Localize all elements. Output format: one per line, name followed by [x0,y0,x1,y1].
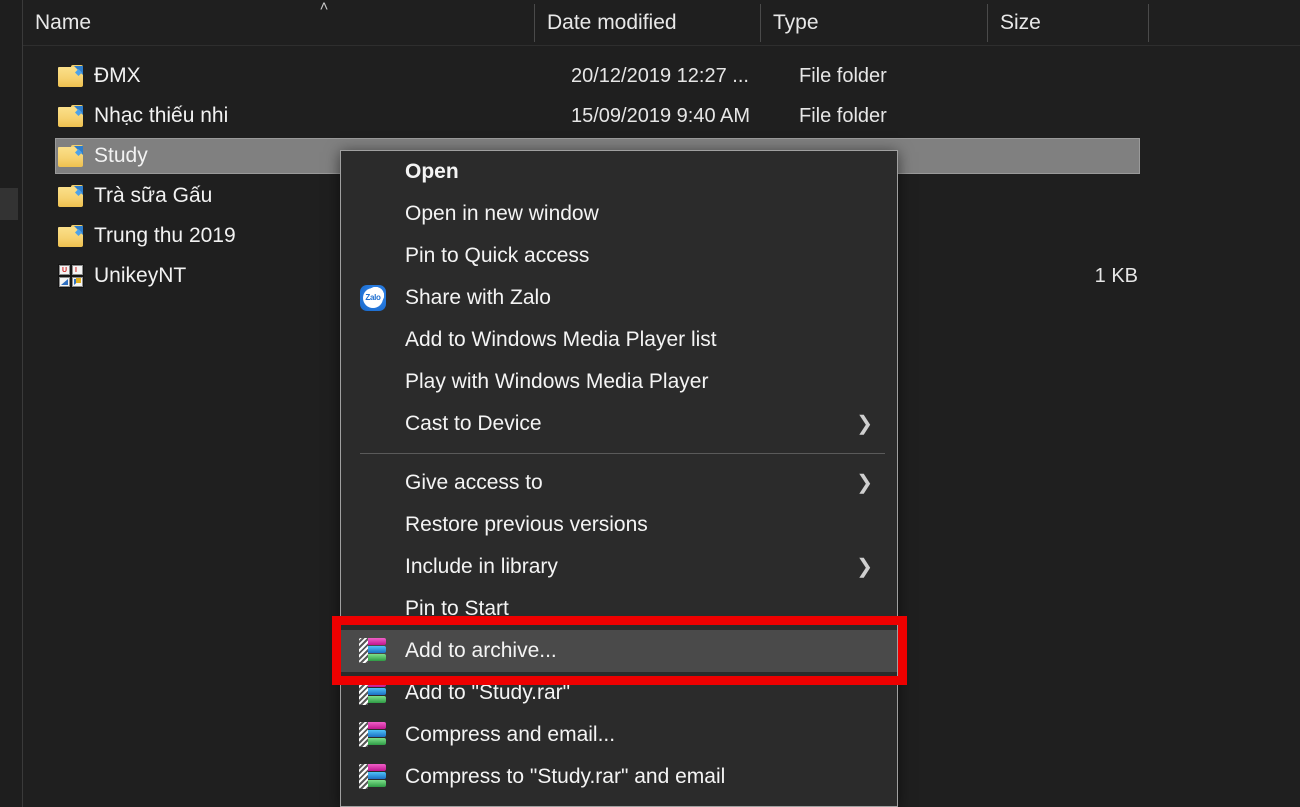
column-header-name-label: Name [23,0,91,45]
file-name-cell: UI UnikeyNT [58,256,186,296]
file-name-label: ĐMX [94,64,141,88]
column-header-date-label: Date modified [535,0,677,45]
menu-item-label: Give access to [405,471,897,495]
file-date-cell: 15/09/2019 9:40 AM [571,96,750,136]
table-row[interactable]: ĐMX 20/12/2019 12:27 ... File folder [23,56,1300,96]
menu-item-label: Restore previous versions [405,513,897,537]
menu-icon-slot [341,361,405,403]
menu-icon-slot [341,588,405,630]
menu-item-play-with-wmp[interactable]: Play with Windows Media Player [341,361,897,403]
column-header-name[interactable]: Name ˄ [23,0,533,45]
menu-icon-slot [341,630,405,672]
file-name-label: Trung thu 2019 [94,224,236,248]
explorer-window: Name ˄ Date modified Type Size ĐMX 20/12… [0,0,1300,807]
file-name-cell: Trung thu 2019 [58,216,236,256]
chevron-right-icon: ❯ [856,403,873,445]
menu-icon-slot [341,672,405,714]
zalo-icon: Zalo [360,285,386,311]
menu-icon-slot [341,756,405,798]
menu-item-add-to-wmp-list[interactable]: Add to Windows Media Player list [341,319,897,361]
menu-item-compress-and-email[interactable]: Compress and email... [341,714,897,756]
file-name-cell: Study [58,136,148,176]
winrar-icon [359,680,387,706]
winrar-icon [359,722,387,748]
menu-separator [360,453,885,454]
menu-item-include-in-library[interactable]: Include in library ❯ [341,546,897,588]
file-date-cell: 20/12/2019 12:27 ... [571,56,749,96]
menu-item-compress-to-study-rar-and-email[interactable]: Compress to "Study.rar" and email [341,756,897,798]
menu-item-cast-to-device[interactable]: Cast to Device ❯ [341,403,897,445]
column-header-size[interactable]: Size [988,0,1148,45]
menu-item-add-to-study-rar[interactable]: Add to "Study.rar" [341,672,897,714]
menu-item-label: Compress and email... [405,723,897,747]
menu-item-label: Add to archive... [405,639,897,663]
menu-icon-slot: Zalo [341,277,405,319]
menu-icon-slot [341,462,405,504]
menu-item-restore-previous-versions[interactable]: Restore previous versions [341,504,897,546]
folder-icon [58,145,84,167]
file-name-label: UnikeyNT [94,264,186,288]
winrar-icon [359,764,387,790]
menu-item-share-with-zalo[interactable]: Zalo Share with Zalo [341,277,897,319]
unikey-icon: UI [58,264,84,288]
file-size-cell [978,216,1138,256]
folder-icon [58,105,84,127]
file-size-cell [978,136,1138,176]
menu-item-add-to-archive[interactable]: Add to archive... [341,630,897,672]
chevron-right-icon: ❯ [856,546,873,588]
menu-icon-slot [341,235,405,277]
folder-icon [58,225,84,247]
file-name-cell: Trà sữa Gấu [58,176,212,216]
menu-item-label: Open in new window [405,202,897,226]
file-size-cell: 1 KB [978,256,1138,296]
file-size-cell [978,176,1138,216]
chevron-right-icon: ❯ [856,462,873,504]
menu-icon-slot [341,151,405,193]
file-size-cell [978,56,1138,96]
file-size-cell [978,96,1138,136]
menu-icon-slot [341,403,405,445]
column-header-bar: Name ˄ Date modified Type Size [23,0,1300,46]
menu-icon-slot [341,319,405,361]
folder-icon [58,65,84,87]
menu-item-label: Pin to Quick access [405,244,897,268]
menu-item-give-access-to[interactable]: Give access to ❯ [341,462,897,504]
file-type-cell: File folder [799,96,887,136]
winrar-icon [359,638,387,664]
menu-item-label: Open [405,160,897,184]
menu-item-label: Include in library [405,555,897,579]
column-header-type-label: Type [761,0,819,45]
column-header-type[interactable]: Type [761,0,987,45]
menu-icon-slot [341,546,405,588]
menu-item-label: Pin to Start [405,597,897,621]
menu-icon-slot [341,504,405,546]
menu-item-pin-to-start[interactable]: Pin to Start [341,588,897,630]
sort-ascending-icon: ˄ [313,0,335,16]
menu-item-label: Add to Windows Media Player list [405,328,897,352]
menu-icon-slot [341,714,405,756]
menu-item-label: Compress to "Study.rar" and email [405,765,897,789]
nav-rail-item[interactable] [0,188,18,220]
context-menu: Open Open in new window Pin to Quick acc… [340,150,898,807]
menu-item-label: Share with Zalo [405,286,897,310]
column-divider[interactable] [1148,4,1149,42]
menu-item-open-in-new-window[interactable]: Open in new window [341,193,897,235]
file-type-cell: File folder [799,56,887,96]
file-name-cell: ĐMX [58,56,141,96]
menu-item-label: Play with Windows Media Player [405,370,897,394]
column-header-size-label: Size [988,0,1041,45]
menu-icon-slot [341,193,405,235]
file-name-label: Nhạc thiếu nhi [94,104,228,128]
menu-item-pin-to-quick-access[interactable]: Pin to Quick access [341,235,897,277]
menu-item-label: Cast to Device [405,412,897,436]
file-name-label: Study [94,144,148,168]
folder-icon [58,185,84,207]
file-name-cell: Nhạc thiếu nhi [58,96,228,136]
menu-item-label: Add to "Study.rar" [405,681,897,705]
menu-item-open[interactable]: Open [341,151,897,193]
navigation-rail [0,0,23,807]
table-row[interactable]: Nhạc thiếu nhi 15/09/2019 9:40 AM File f… [23,96,1300,136]
file-name-label: Trà sữa Gấu [94,184,212,208]
column-header-date-modified[interactable]: Date modified [535,0,760,45]
